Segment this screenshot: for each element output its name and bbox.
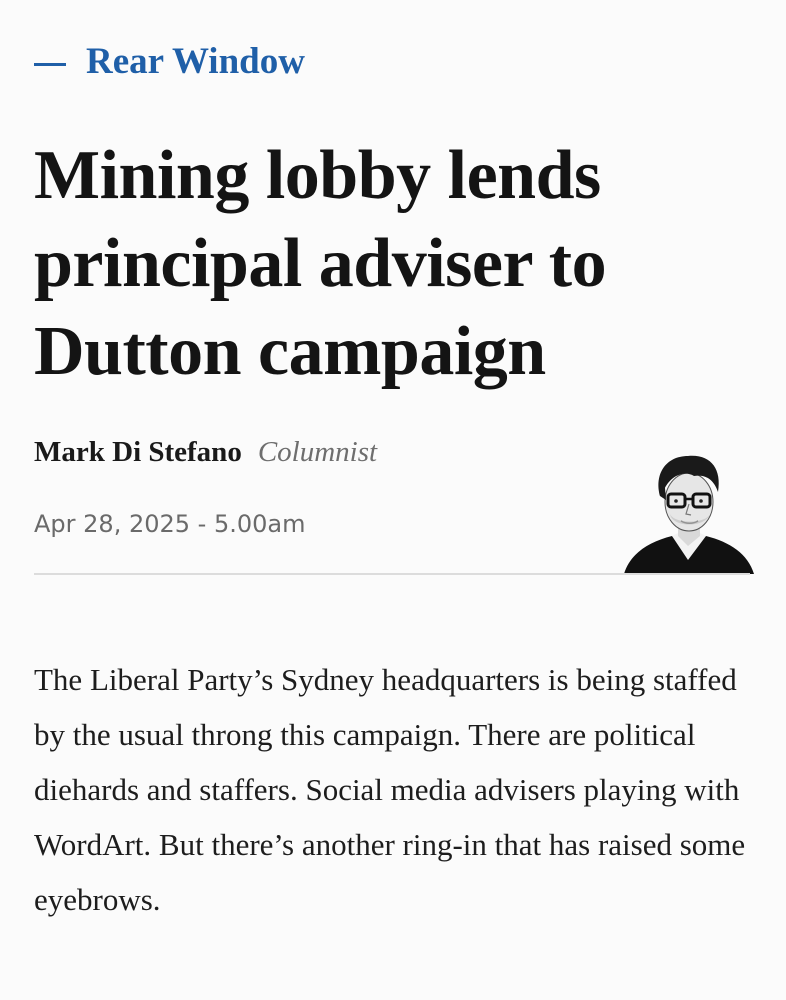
article-page: Rear Window Mining lobby lends principal…	[0, 0, 786, 1000]
section-label: Rear Window	[86, 41, 305, 82]
author-name-link[interactable]: Mark Di Stefano	[34, 432, 242, 472]
author-role: Columnist	[257, 436, 378, 468]
article-headline: Mining lobby lends principal adviser to …	[34, 137, 607, 390]
author-avatar[interactable]	[614, 450, 762, 574]
article-body-paragraph: The Liberal Party’s Sydney headquarters …	[34, 662, 746, 917]
section-link[interactable]: Rear Window	[34, 38, 305, 86]
section-dash	[34, 62, 66, 66]
divider	[34, 573, 750, 575]
publish-date: Apr 28, 2025 - 5.00am	[34, 510, 306, 538]
byline: Mark Di Stefano Columnist	[34, 432, 377, 472]
